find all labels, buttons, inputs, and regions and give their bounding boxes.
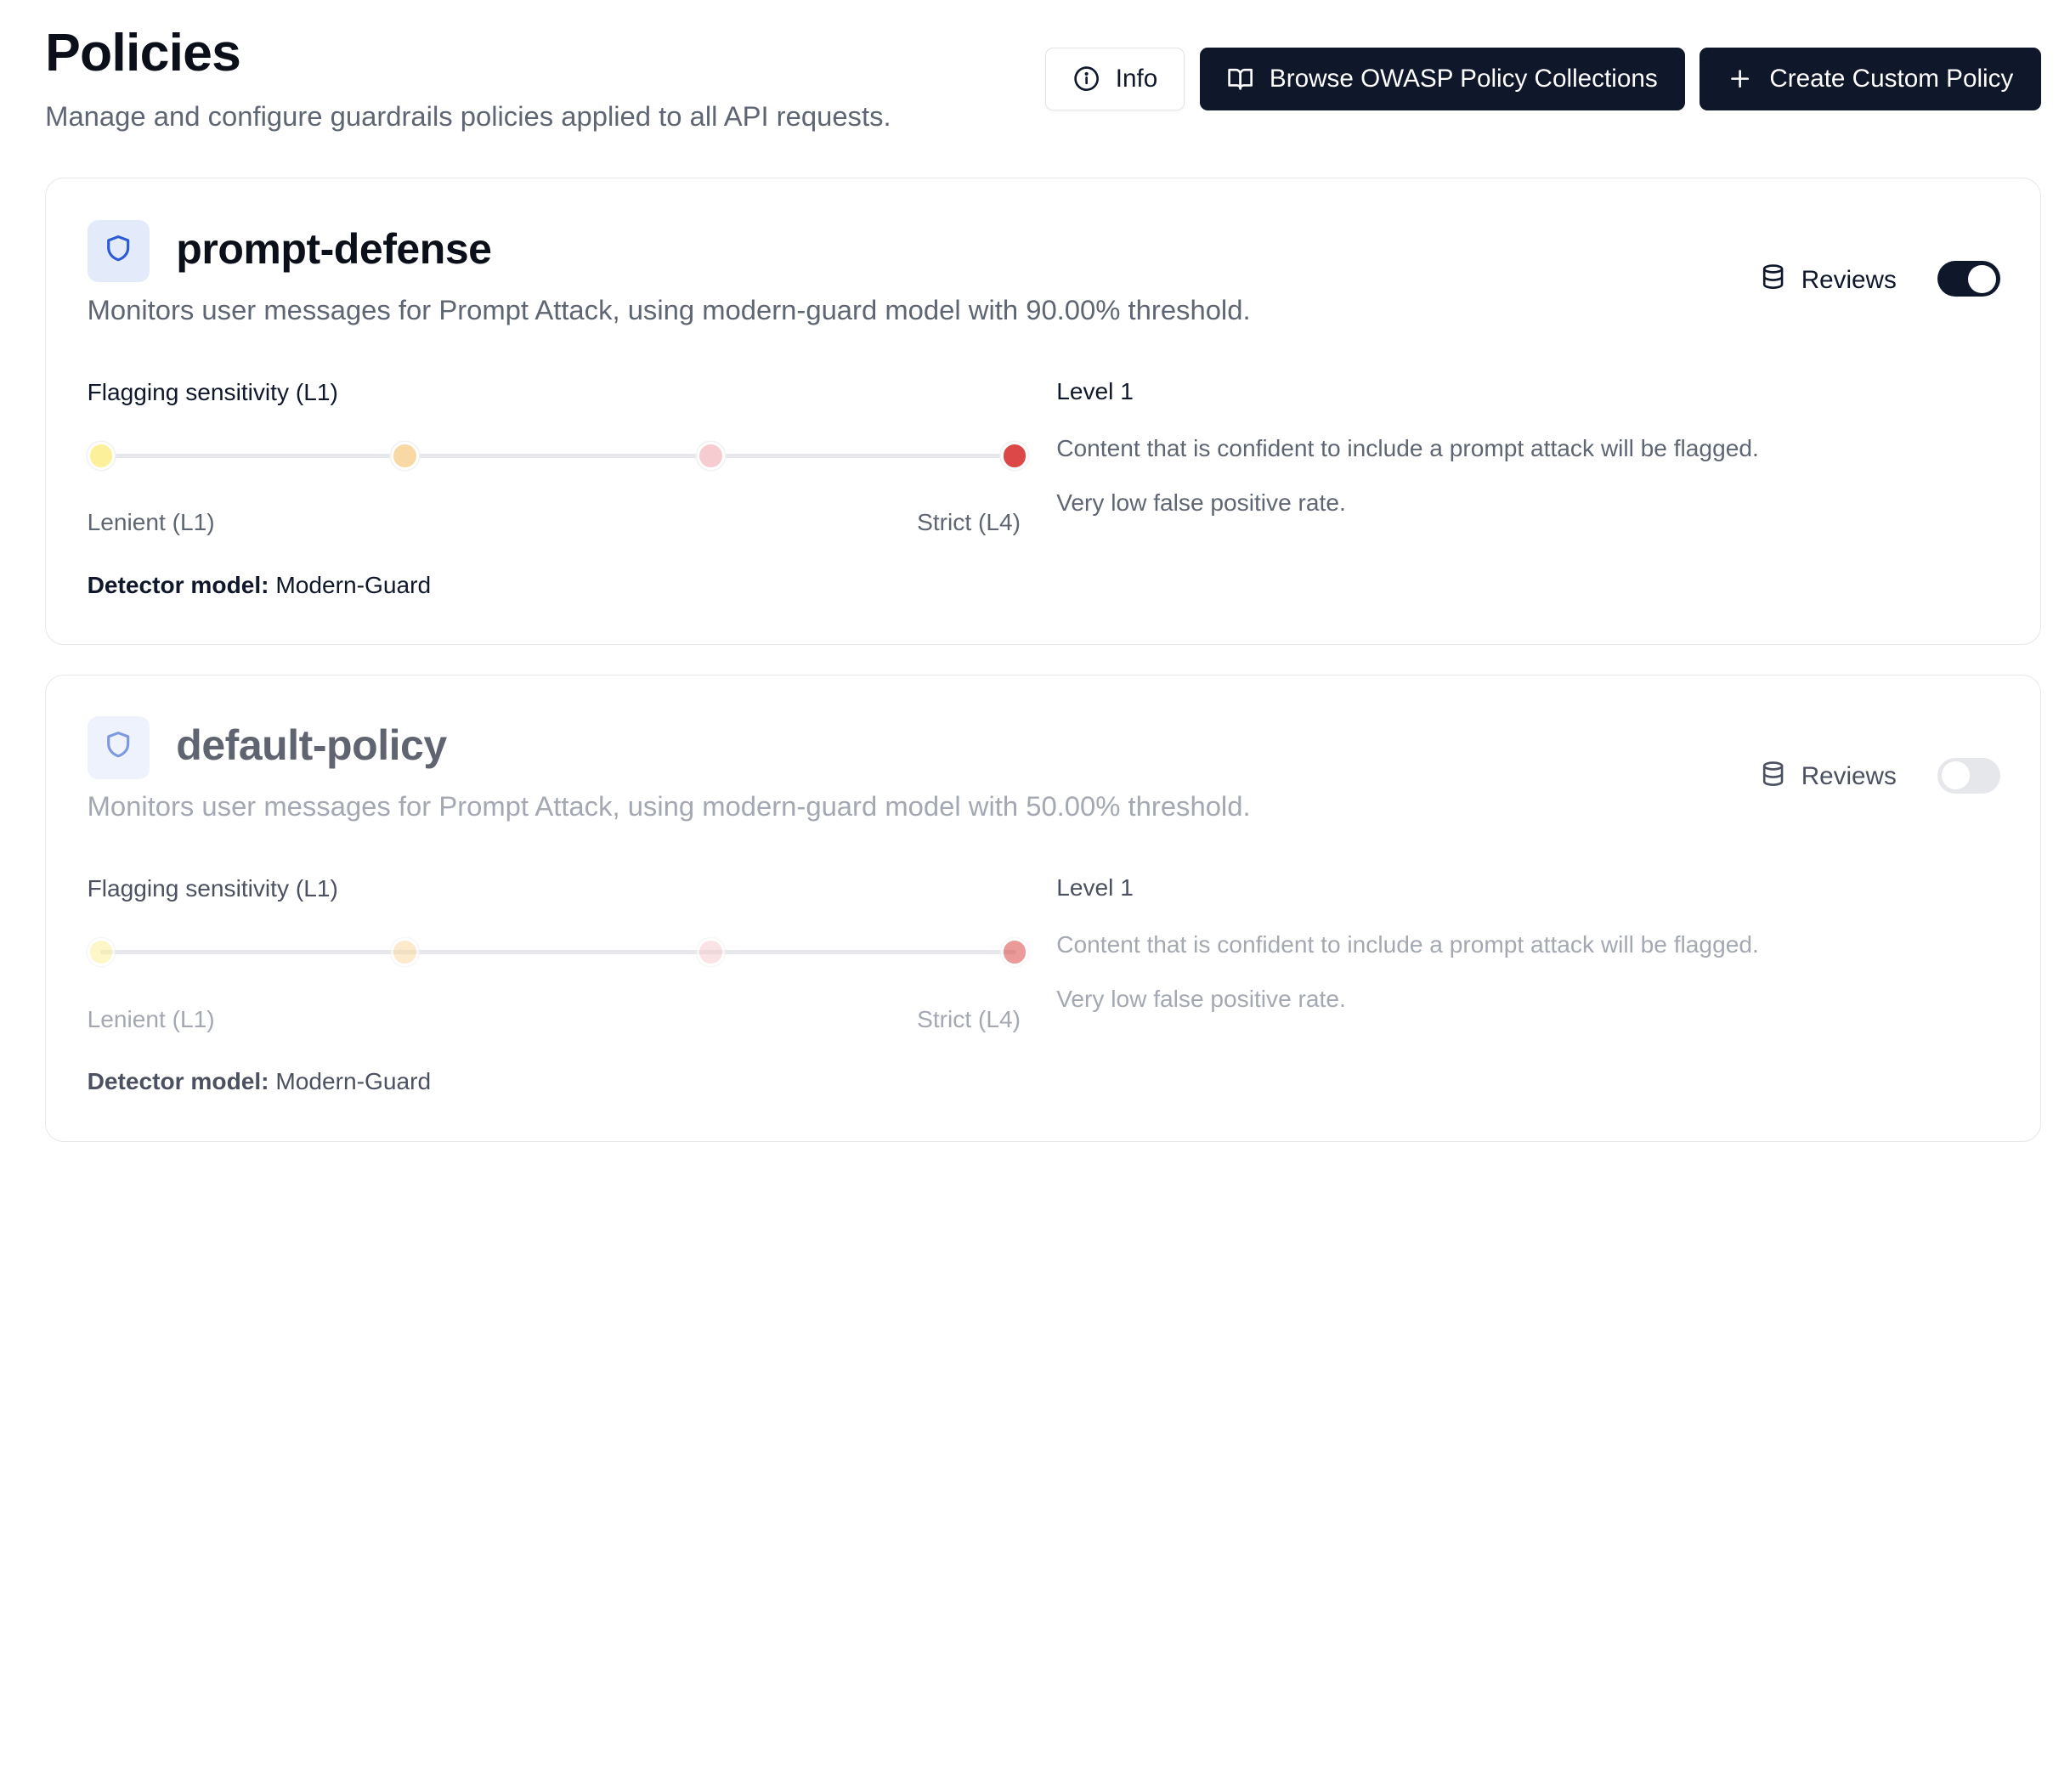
reviews-label-group: Reviews bbox=[1760, 760, 1897, 794]
info-icon bbox=[1073, 65, 1100, 92]
detector-model-value: Modern-Guard bbox=[275, 571, 432, 598]
policy-name: prompt-defense bbox=[176, 224, 492, 273]
slider-stop-l4[interactable] bbox=[1000, 441, 1029, 470]
slider-stop-l4[interactable] bbox=[1000, 938, 1029, 966]
create-custom-policy-button-label: Create Custom Policy bbox=[1769, 64, 2014, 93]
detector-model: Detector model: Modern-Guard bbox=[88, 1068, 432, 1095]
level-description: Content that is confident to include a p… bbox=[1056, 434, 1759, 461]
slider-stop-l1[interactable] bbox=[87, 938, 116, 966]
reviews-label: Reviews bbox=[1801, 266, 1897, 294]
page-title: Policies bbox=[45, 23, 241, 83]
detector-model-label: Detector model: bbox=[87, 571, 269, 598]
level-false-positive-note: Very low false positive rate. bbox=[1056, 986, 1346, 1013]
policy-card: default-policy Monitors user messages fo… bbox=[45, 674, 2041, 1142]
slider-stop-l3[interactable] bbox=[696, 938, 725, 966]
policies-page: Policies Manage and configure guardrails… bbox=[0, 0, 2070, 1147]
range-right-label: Strict (L4) bbox=[917, 1005, 1021, 1032]
slider-stop-l3[interactable] bbox=[696, 441, 725, 470]
shield-icon bbox=[104, 730, 133, 765]
info-button[interactable]: Info bbox=[1045, 48, 1185, 110]
toggle-knob bbox=[1968, 264, 1996, 293]
policy-card: prompt-defense Monitors user messages fo… bbox=[45, 178, 2041, 646]
slider-stop-l2[interactable] bbox=[391, 938, 420, 966]
policy-description: Monitors user messages for Prompt Attack… bbox=[87, 293, 1251, 325]
slider-track bbox=[100, 453, 1017, 458]
database-icon bbox=[1760, 263, 1786, 297]
create-custom-policy-button[interactable]: Create Custom Policy bbox=[1700, 48, 2041, 110]
policy-icon-box bbox=[87, 219, 150, 283]
policy-name: default-policy bbox=[176, 721, 447, 770]
level-false-positive-note: Very low false positive rate. bbox=[1056, 489, 1346, 516]
sensitivity-slider[interactable] bbox=[87, 937, 1030, 969]
browse-owasp-button-label: Browse OWASP Policy Collections bbox=[1269, 64, 1658, 93]
shield-icon bbox=[104, 234, 133, 269]
browse-owasp-button[interactable]: Browse OWASP Policy Collections bbox=[1199, 48, 1685, 110]
book-open-icon bbox=[1227, 65, 1253, 92]
database-icon bbox=[1760, 760, 1786, 794]
reviews-label-group: Reviews bbox=[1760, 263, 1897, 297]
sensitivity-label: Flagging sensitivity (L1) bbox=[87, 378, 338, 405]
level-title: Level 1 bbox=[1056, 874, 1134, 902]
policy-description: Monitors user messages for Prompt Attack… bbox=[87, 790, 1251, 823]
detector-model-value: Modern-Guard bbox=[275, 1068, 432, 1095]
range-left-label: Lenient (L1) bbox=[87, 1005, 215, 1032]
slider-track bbox=[100, 950, 1017, 954]
page-header: Policies Manage and configure guardrails… bbox=[45, 23, 2041, 144]
policy-enabled-toggle[interactable] bbox=[1937, 757, 2000, 794]
info-button-label: Info bbox=[1115, 64, 1158, 93]
sensitivity-label: Flagging sensitivity (L1) bbox=[87, 875, 338, 902]
header-actions: Info Browse OWASP Policy Collections Cre… bbox=[1045, 48, 2041, 110]
range-right-label: Strict (L4) bbox=[917, 509, 1021, 536]
reviews-label: Reviews bbox=[1801, 762, 1897, 791]
plus-icon bbox=[1727, 65, 1753, 92]
toggle-knob bbox=[1941, 761, 1970, 790]
level-title: Level 1 bbox=[1056, 377, 1134, 404]
page-subtitle: Manage and configure guardrails policies… bbox=[45, 100, 891, 133]
slider-stop-l2[interactable] bbox=[391, 441, 420, 470]
slider-stop-l1[interactable] bbox=[87, 441, 116, 470]
policy-icon-box bbox=[87, 716, 150, 779]
detector-model: Detector model: Modern-Guard bbox=[88, 572, 432, 599]
policy-enabled-toggle[interactable] bbox=[1937, 261, 2000, 297]
sensitivity-slider[interactable] bbox=[87, 440, 1030, 472]
range-left-label: Lenient (L1) bbox=[87, 509, 215, 536]
level-description: Content that is confident to include a p… bbox=[1056, 931, 1759, 958]
detector-model-label: Detector model: bbox=[87, 1068, 269, 1095]
